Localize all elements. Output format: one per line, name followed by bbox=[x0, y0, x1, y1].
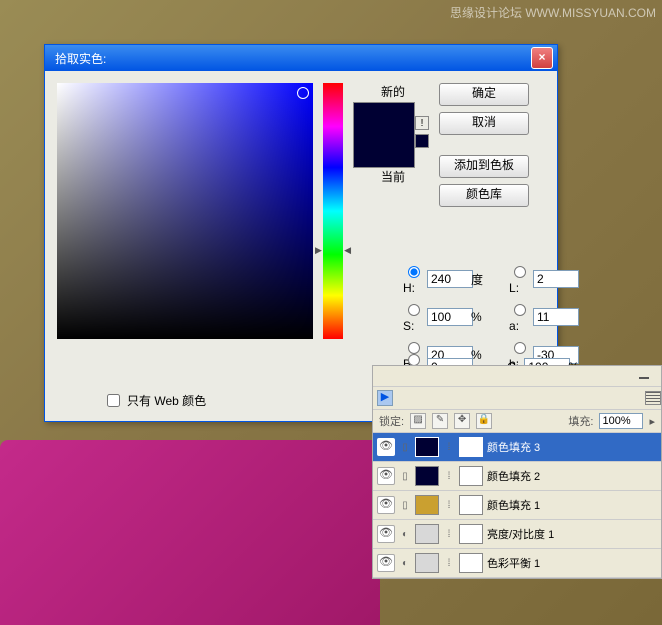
layer-mask[interactable] bbox=[459, 437, 483, 457]
close-icon[interactable]: × bbox=[531, 47, 553, 69]
layer-thumb[interactable] bbox=[415, 495, 439, 515]
h-label: H: bbox=[403, 281, 415, 295]
ok-button[interactable]: 确定 bbox=[439, 83, 529, 106]
hue-slider-arrow: ▶ bbox=[315, 245, 322, 256]
add-swatch-button[interactable]: 添加到色板 bbox=[439, 155, 529, 178]
link-icon: ⁞ bbox=[443, 529, 455, 540]
new-color-label: 新的 bbox=[353, 83, 433, 100]
hue-slider-arrow: ◀ bbox=[344, 245, 351, 256]
fill-label: 填充: bbox=[568, 413, 593, 429]
chevron-right-icon[interactable]: ▸ bbox=[649, 415, 655, 428]
link-icon: ⁞ bbox=[443, 471, 455, 482]
layer-thumb[interactable] bbox=[415, 524, 439, 544]
web-only-label: 只有 Web 颜色 bbox=[127, 392, 206, 409]
l-input[interactable] bbox=[533, 270, 579, 288]
visibility-icon[interactable]: 👁 bbox=[377, 554, 395, 572]
layer-name: 颜色填充 3 bbox=[487, 439, 540, 455]
s-radio[interactable] bbox=[408, 304, 420, 316]
layer-mask[interactable] bbox=[459, 553, 483, 573]
link-icon[interactable]: ▯ bbox=[399, 471, 411, 482]
link-icon: ⁞ bbox=[443, 558, 455, 569]
link-icon[interactable]: ◐ bbox=[399, 558, 411, 569]
l-radio[interactable] bbox=[514, 266, 526, 278]
a-label: a: bbox=[509, 319, 519, 333]
color-library-button[interactable]: 颜色库 bbox=[439, 184, 529, 207]
l-label: L: bbox=[509, 281, 519, 295]
current-color-swatch[interactable] bbox=[354, 135, 414, 167]
lock-transparent-icon[interactable]: ▨ bbox=[410, 413, 426, 429]
titlebar[interactable]: 拾取实色: × bbox=[45, 45, 557, 71]
layer-name: 色彩平衡 1 bbox=[487, 555, 540, 571]
layer-row[interactable]: 👁 ◐ ⁞ 色彩平衡 1 bbox=[373, 549, 661, 578]
minimize-icon[interactable] bbox=[639, 374, 649, 379]
layer-thumb[interactable] bbox=[415, 466, 439, 486]
lock-all-icon[interactable]: 🔒 bbox=[476, 413, 492, 429]
layer-mask[interactable] bbox=[459, 466, 483, 486]
visibility-icon[interactable]: 👁 bbox=[377, 467, 395, 485]
visibility-icon[interactable]: 👁 bbox=[377, 438, 395, 456]
a-radio[interactable] bbox=[514, 304, 526, 316]
pct-label: % bbox=[471, 310, 483, 324]
visibility-icon[interactable]: 👁 bbox=[377, 496, 395, 514]
lock-position-icon[interactable]: ✥ bbox=[454, 413, 470, 429]
layer-row[interactable]: 👁 ▯ ⁞ 颜色填充 1 bbox=[373, 491, 661, 520]
hue-strip[interactable] bbox=[323, 83, 343, 339]
layer-name: 亮度/对比度 1 bbox=[487, 526, 554, 542]
cancel-button[interactable]: 取消 bbox=[439, 112, 529, 135]
layer-mask[interactable] bbox=[459, 524, 483, 544]
link-icon: ⁞ bbox=[443, 442, 455, 453]
h-input[interactable] bbox=[427, 270, 473, 288]
lock-pixels-icon[interactable]: ✎ bbox=[432, 413, 448, 429]
web-only-checkbox[interactable] bbox=[107, 394, 120, 407]
h-radio[interactable] bbox=[408, 266, 420, 278]
color-field[interactable] bbox=[57, 83, 313, 339]
a-input[interactable] bbox=[533, 308, 579, 326]
tab-arrow-icon[interactable]: ▶ bbox=[377, 390, 393, 406]
watermark: 思缘设计论坛 WWW.MISSYUAN.COM bbox=[450, 4, 656, 21]
gamut-warning-icon[interactable]: ! bbox=[415, 116, 429, 130]
new-color-swatch bbox=[354, 103, 414, 135]
visibility-icon[interactable]: 👁 bbox=[377, 525, 395, 543]
layer-name: 颜色填充 1 bbox=[487, 497, 540, 513]
gamut-swatch[interactable] bbox=[415, 134, 429, 148]
panel-menu-icon[interactable] bbox=[645, 391, 661, 405]
layer-thumb[interactable] bbox=[415, 553, 439, 573]
lock-label: 锁定: bbox=[379, 413, 404, 429]
layer-row[interactable]: 👁 ▯ ⁞ 颜色填充 3 bbox=[373, 433, 661, 462]
layer-mask[interactable] bbox=[459, 495, 483, 515]
dialog-title: 拾取实色: bbox=[49, 50, 531, 67]
current-color-label: 当前 bbox=[353, 168, 433, 185]
deg-label: 度 bbox=[471, 271, 483, 288]
link-icon[interactable]: ▯ bbox=[399, 500, 411, 511]
link-icon: ⁞ bbox=[443, 500, 455, 511]
layer-name: 颜色填充 2 bbox=[487, 468, 540, 484]
fill-input[interactable] bbox=[599, 413, 643, 429]
layer-thumb[interactable] bbox=[415, 437, 439, 457]
s-label: S: bbox=[403, 319, 414, 333]
layer-row[interactable]: 👁 ◐ ⁞ 亮度/对比度 1 bbox=[373, 520, 661, 549]
layers-panel: ▶ 锁定: ▨ ✎ ✥ 🔒 填充: ▸ 👁 ▯ ⁞ 颜色填充 3👁 ▯ ⁞ 颜色… bbox=[372, 365, 662, 579]
link-icon[interactable]: ▯ bbox=[399, 442, 411, 453]
s-input[interactable] bbox=[427, 308, 473, 326]
layer-row[interactable]: 👁 ▯ ⁞ 颜色填充 2 bbox=[373, 462, 661, 491]
link-icon[interactable]: ◐ bbox=[399, 529, 411, 540]
